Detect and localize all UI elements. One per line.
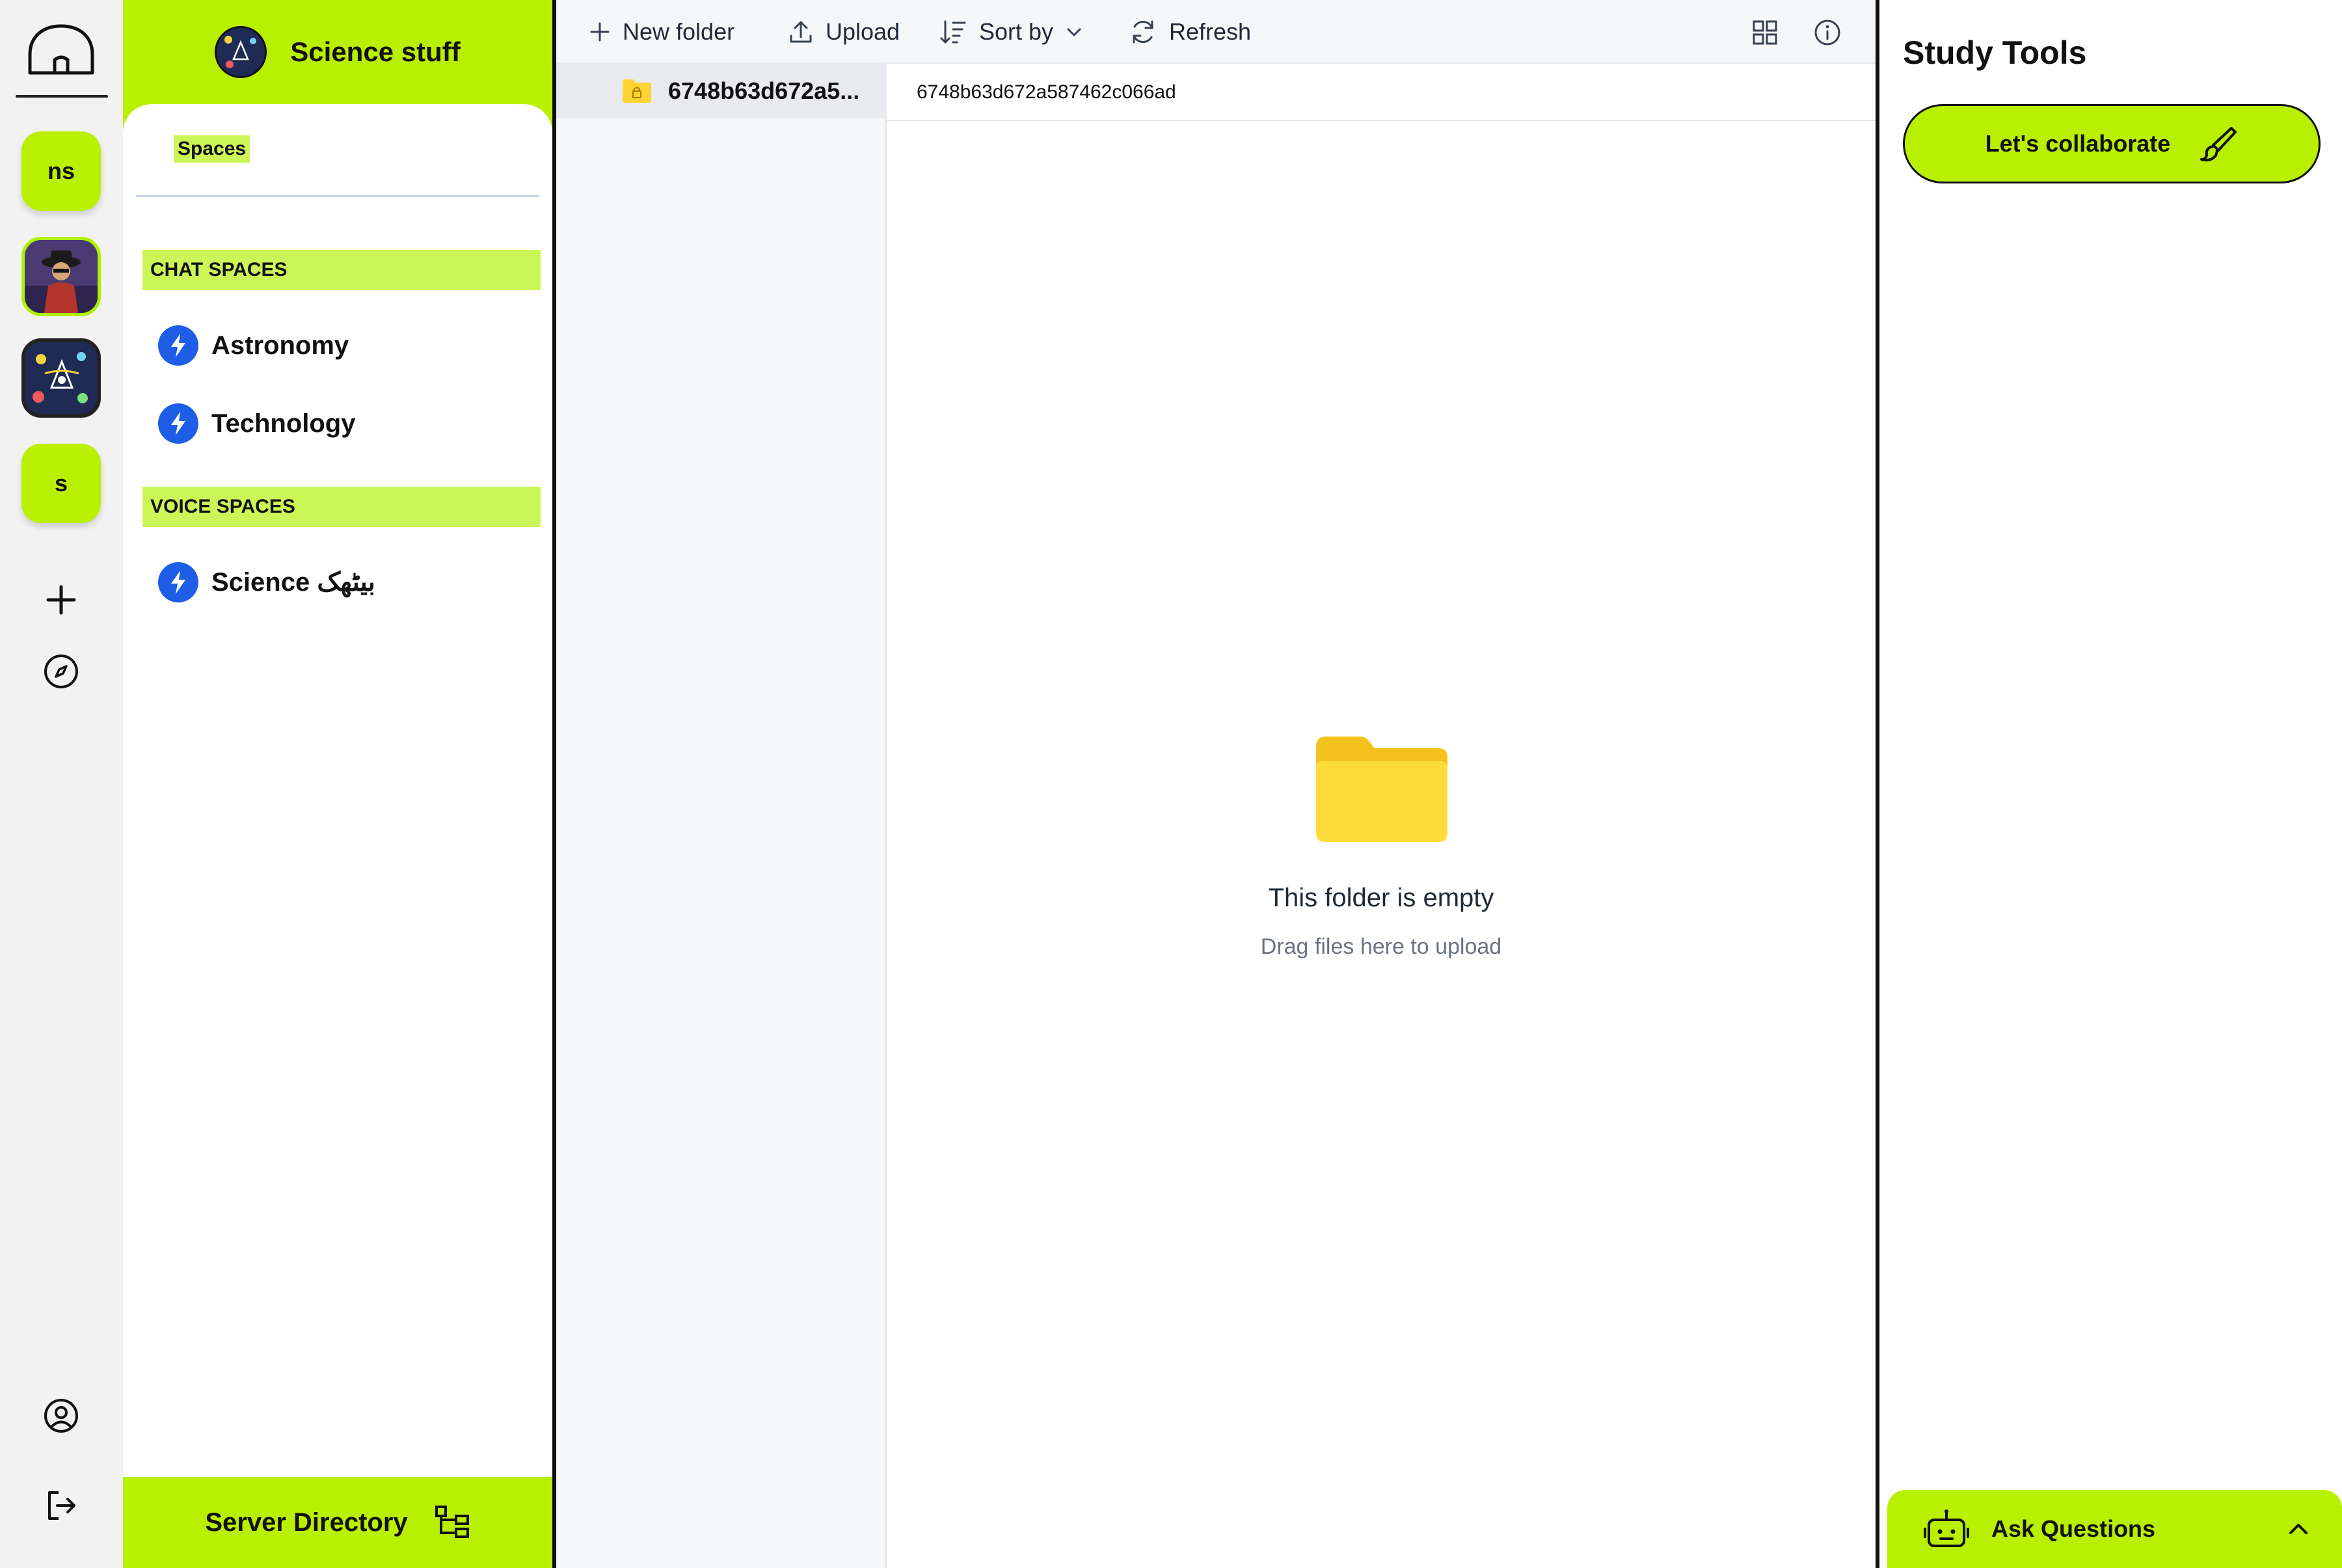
server-rail: ns s <box>0 0 123 1568</box>
channel-item-technology[interactable]: Technology <box>158 401 355 446</box>
study-tools-panel: Study Tools Let's collaborate Ask Questi… <box>1879 0 2342 1568</box>
server-avatar-image[interactable] <box>21 237 101 316</box>
home-icon[interactable] <box>25 22 98 81</box>
directory-tree-icon <box>435 1506 469 1538</box>
channel-item-science-baithak[interactable]: Science بیٹھک <box>158 560 375 605</box>
info-icon[interactable] <box>1813 18 1842 47</box>
upload-button[interactable]: Upload <box>788 0 900 64</box>
empty-title: This folder is empty <box>1268 884 1494 912</box>
grid-view-icon[interactable] <box>1752 20 1778 46</box>
bolt-icon <box>158 325 198 366</box>
empty-state: This folder is empty Drag files here to … <box>887 121 1876 1568</box>
new-folder-button[interactable]: New folder <box>589 0 734 64</box>
section-voice-spaces: VOICE SPACES <box>142 487 541 527</box>
sort-icon <box>940 20 966 44</box>
paintbrush-icon <box>2200 127 2237 162</box>
bolt-icon <box>158 403 198 444</box>
bolt-icon <box>158 562 198 602</box>
folder-tree: 6748b63d672a5... <box>556 64 887 1568</box>
file-toolbar: New folder Upload Sort by Refresh <box>556 0 1876 64</box>
character-avatar-image <box>25 240 98 313</box>
sort-by-dropdown[interactable]: Sort by <box>939 0 1083 64</box>
breadcrumb[interactable]: 6748b63d672a587462c066ad <box>917 64 1176 121</box>
ask-questions-bar[interactable]: Ask Questions <box>1887 1490 2342 1568</box>
server-avatar-science[interactable] <box>21 338 101 418</box>
science-avatar-image <box>25 342 97 414</box>
refresh-icon <box>1133 20 1153 44</box>
ask-questions-label: Ask Questions <box>1991 1515 2156 1542</box>
logout-icon[interactable] <box>40 1485 82 1526</box>
channel-panel: Science stuff Spaces CHAT SPACES Astrono… <box>123 0 552 1568</box>
tab-divider <box>136 195 539 197</box>
robot-icon <box>1924 1509 1969 1547</box>
home-underline <box>16 95 108 98</box>
compass-icon[interactable] <box>40 651 82 692</box>
channel-list-body: Spaces CHAT SPACES Astronomy Technology … <box>123 104 552 1477</box>
chevron-down-icon <box>1067 28 1081 36</box>
plus-icon <box>590 22 610 42</box>
chevron-up-icon[interactable] <box>2284 1515 2313 1543</box>
panel-title: Study Tools <box>1903 34 2087 71</box>
folder-tree-node[interactable]: 6748b63d672a5... <box>556 64 887 118</box>
server-name: Science stuff <box>290 36 461 67</box>
server-directory-button[interactable]: Server Directory <box>123 1477 552 1568</box>
empty-subtitle: Drag files here to upload <box>1260 934 1502 959</box>
channel-label: Science بیٹھک <box>211 568 375 597</box>
tab-spaces[interactable]: Spaces <box>174 135 250 163</box>
server-avatar-small <box>215 26 267 78</box>
server-avatar-s[interactable]: s <box>21 444 101 523</box>
server-avatar-ns[interactable]: ns <box>21 131 101 211</box>
server-header[interactable]: Science stuff <box>123 0 552 104</box>
profile-icon[interactable] <box>40 1395 82 1437</box>
channel-label: Astronomy <box>211 331 349 360</box>
channel-label: Technology <box>211 409 356 438</box>
refresh-button[interactable]: Refresh <box>1129 0 1251 64</box>
add-server-icon[interactable] <box>40 579 82 621</box>
section-chat-spaces: CHAT SPACES <box>142 250 541 290</box>
folder-lock-icon <box>623 79 651 103</box>
path-bar: 6748b63d672a587462c066ad <box>887 64 2181 121</box>
file-manager: New folder Upload Sort by Refresh 6748b6… <box>556 0 2181 1568</box>
lets-collaborate-button[interactable]: Let's collaborate <box>1903 104 2321 183</box>
empty-folder-icon <box>1316 737 1447 842</box>
upload-icon <box>790 21 812 43</box>
channel-item-astronomy[interactable]: Astronomy <box>158 323 349 368</box>
server-directory-label: Server Directory <box>205 1507 408 1537</box>
